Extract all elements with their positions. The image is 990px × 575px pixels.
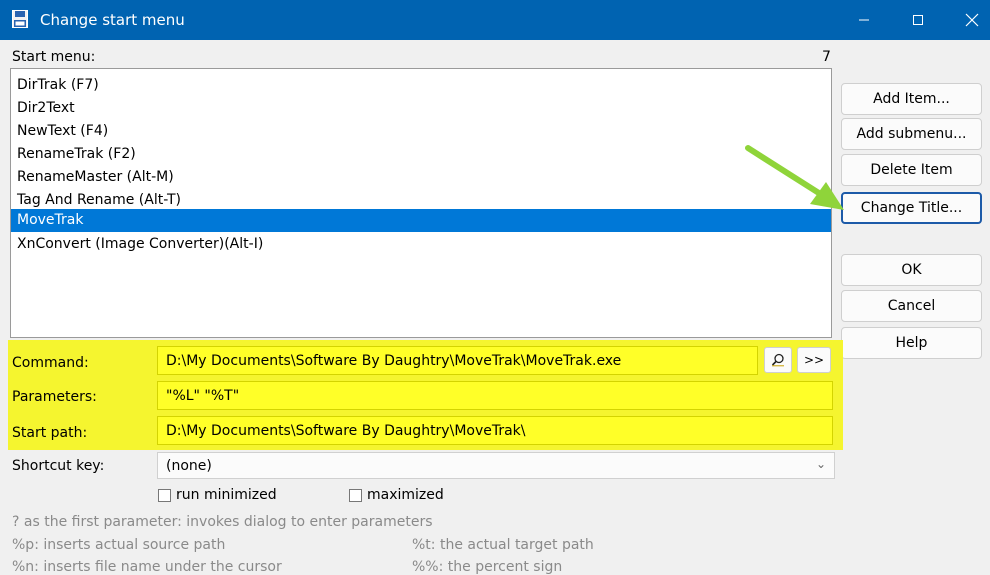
start-path-label: Start path: (12, 425, 88, 441)
search-icon (771, 353, 784, 367)
shortcut-key-select[interactable]: (none) ⌄ (157, 452, 835, 479)
minimize-icon (859, 19, 869, 21)
add-submenu-button[interactable]: Add submenu... (841, 118, 982, 150)
close-button[interactable] (944, 0, 990, 40)
shortcut-key-value: (none) (166, 458, 212, 474)
start-menu-list[interactable]: DirTrak (F7) Dir2Text NewText (F4) Renam… (10, 68, 832, 338)
ok-button[interactable]: OK (841, 254, 982, 286)
maximize-button[interactable] (890, 0, 946, 40)
chevron-down-icon: ⌄ (815, 457, 826, 471)
hint-text: %%: the percent sign (412, 559, 563, 575)
more-button[interactable]: >> (797, 347, 831, 373)
shortcut-key-label: Shortcut key: (12, 458, 105, 474)
change-title-button[interactable]: Change Title... (841, 192, 982, 224)
hint-text: ? as the first parameter: invokes dialog… (12, 514, 433, 530)
list-item[interactable]: XnConvert (Image Converter)(Alt-I) (11, 233, 831, 256)
parameters-field[interactable]: "%L" "%T" (157, 381, 833, 410)
maximized-label: maximized (367, 487, 444, 503)
list-item[interactable]: Dir2Text (11, 97, 831, 120)
minimize-button[interactable] (836, 0, 892, 40)
parameters-label: Parameters: (12, 389, 97, 405)
list-item-selected[interactable]: MoveTrak (11, 209, 831, 232)
hint-text: %p: inserts actual source path (12, 537, 226, 553)
browse-button[interactable] (764, 347, 792, 373)
hint-text: %n: inserts file name under the cursor (12, 559, 282, 575)
run-minimized-label: run minimized (176, 487, 277, 503)
add-item-button[interactable]: Add Item... (841, 83, 982, 115)
title-bar: Change start menu (0, 0, 990, 40)
start-menu-count: 7 (822, 49, 831, 65)
run-minimized-checkbox[interactable] (158, 489, 171, 502)
annotation-arrow-icon (745, 145, 844, 210)
maximize-icon (913, 15, 923, 25)
floppy-disk-icon (12, 10, 28, 28)
list-item[interactable]: NewText (F4) (11, 120, 831, 143)
start-path-field[interactable]: D:\My Documents\Software By Daughtry\Mov… (157, 416, 833, 445)
command-label: Command: (12, 355, 89, 371)
delete-item-button[interactable]: Delete Item (841, 154, 982, 186)
window-title: Change start menu (40, 11, 185, 29)
maximized-checkbox[interactable] (349, 489, 362, 502)
list-item[interactable]: RenameMaster (Alt-M) (11, 166, 831, 189)
start-menu-label: Start menu: (12, 49, 96, 65)
help-button[interactable]: Help (841, 327, 982, 359)
cancel-button[interactable]: Cancel (841, 290, 982, 322)
command-field[interactable]: D:\My Documents\Software By Daughtry\Mov… (157, 346, 758, 375)
list-item[interactable]: DirTrak (F7) (11, 74, 831, 97)
close-icon (965, 13, 979, 27)
list-item[interactable]: RenameTrak (F2) (11, 143, 831, 166)
hint-text: %t: the actual target path (412, 537, 594, 553)
